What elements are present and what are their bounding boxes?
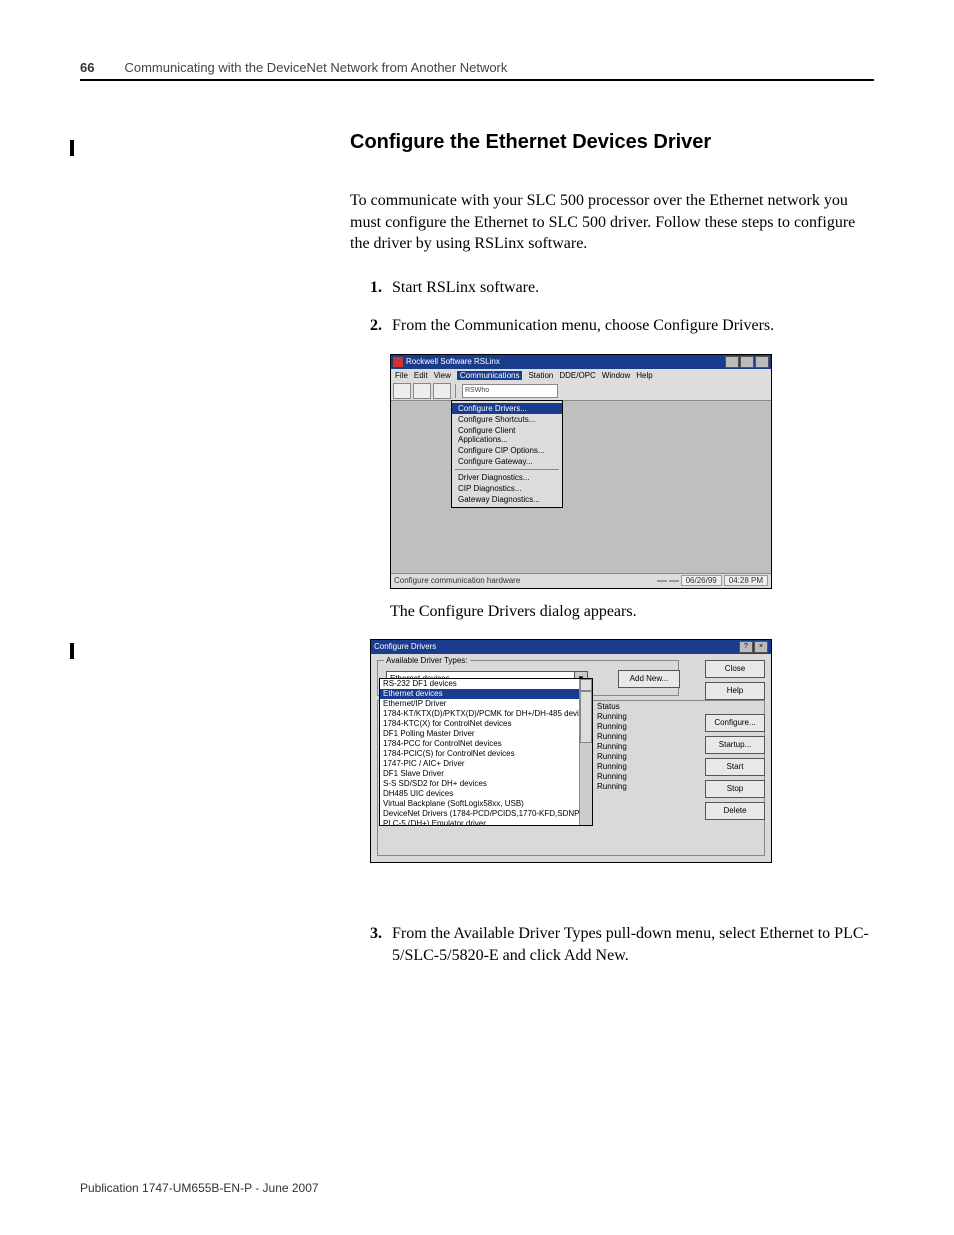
status-value: Running <box>597 782 627 792</box>
menu-file[interactable]: File <box>395 371 408 380</box>
stop-button[interactable]: Stop <box>705 780 765 798</box>
page-header: 66 Communicating with the DeviceNet Netw… <box>80 60 874 81</box>
step-text: Start RSLinx software. <box>392 277 539 299</box>
driver-type-dropdown-list[interactable]: RS-232 DF1 devices Ethernet devices Ethe… <box>379 678 593 826</box>
toolbar-button[interactable] <box>393 383 411 399</box>
status-value: Running <box>597 742 627 752</box>
window-titlebar: Rockwell Software RSLinx <box>391 355 771 369</box>
combo-option[interactable]: DF1 Polling Master Driver <box>380 729 592 739</box>
step-3: 3. From the Available Driver Types pull-… <box>370 923 874 968</box>
status-value: Running <box>597 772 627 782</box>
group-label: Available Driver Types: <box>384 656 470 665</box>
minimize-icon[interactable] <box>725 356 739 368</box>
startup-button[interactable]: Startup... <box>705 736 765 754</box>
close-button[interactable]: Close <box>705 660 765 678</box>
app-icon <box>393 357 403 367</box>
maximize-icon[interactable] <box>740 356 754 368</box>
menu-item[interactable]: Driver Diagnostics... <box>452 472 562 483</box>
chapter-title: Communicating with the DeviceNet Network… <box>124 60 507 75</box>
toolbar: RSWho <box>391 382 771 401</box>
step-number: 3. <box>370 923 392 968</box>
scroll-up-icon[interactable] <box>580 679 592 691</box>
menu-edit[interactable]: Edit <box>414 371 428 380</box>
combo-option[interactable]: PLC-5 (DH+) Emulator driver <box>380 819 592 826</box>
status-text: Configure communication hardware <box>394 576 520 585</box>
combo-option[interactable]: 1784-PCC for ControlNet devices <box>380 739 592 749</box>
toolbar-button[interactable] <box>413 383 431 399</box>
menu-communications[interactable]: Communications <box>457 371 523 380</box>
combo-option[interactable]: RS-232 DF1 devices <box>380 679 592 689</box>
step-2: 2. From the Communication menu, choose C… <box>370 315 874 337</box>
section-heading: Configure the Ethernet Devices Driver <box>350 131 874 154</box>
configure-drivers-dialog-screenshot: Configure Drivers ? × Available Driver T… <box>370 639 772 863</box>
scrollbar[interactable] <box>579 679 592 825</box>
add-new-button[interactable]: Add New... <box>618 670 680 688</box>
menu-station[interactable]: Station <box>528 371 553 380</box>
menu-item[interactable]: Configure Client Applications... <box>452 425 562 445</box>
close-icon[interactable]: × <box>754 641 768 653</box>
delete-button[interactable]: Delete <box>705 802 765 820</box>
combo-option[interactable]: Ethernet/IP Driver <box>380 699 592 709</box>
status-cell <box>657 580 667 582</box>
changebar-icon <box>70 140 74 156</box>
step-text: From the Available Driver Types pull-dow… <box>392 923 874 968</box>
combo-option[interactable]: DeviceNet Drivers (1784-PCD/PCIDS,1770-K… <box>380 809 592 819</box>
intro-paragraph: To communicate with your SLC 500 process… <box>350 190 874 255</box>
help-icon[interactable]: ? <box>739 641 753 653</box>
status-time: 04:28 PM <box>724 575 768 586</box>
scroll-thumb[interactable] <box>580 691 592 743</box>
menu-item[interactable]: Configure CIP Options... <box>452 445 562 456</box>
toolbar-button[interactable] <box>433 383 451 399</box>
rslinx-window-screenshot: Rockwell Software RSLinx File Edit View … <box>390 354 772 589</box>
combo-option[interactable]: Virtual Backplane (SoftLogix58xx, USB) <box>380 799 592 809</box>
status-bar: Configure communication hardware 06/26/9… <box>391 573 771 588</box>
menu-item-configure-drivers[interactable]: Configure Drivers... <box>452 403 562 414</box>
status-value: Running <box>597 722 627 732</box>
changebar-icon <box>70 643 74 659</box>
combo-option[interactable]: Ethernet devices <box>380 689 592 699</box>
combo-option[interactable]: 1747-PIC / AIC+ Driver <box>380 759 592 769</box>
close-icon[interactable] <box>755 356 769 368</box>
status-column-header: Status <box>597 702 620 711</box>
toolbar-field[interactable]: RSWho <box>462 384 558 398</box>
menu-item[interactable]: Configure Shortcuts... <box>452 414 562 425</box>
combo-option[interactable]: S-S SD/SD2 for DH+ devices <box>380 779 592 789</box>
combo-option[interactable]: 1784-PCIC(S) for ControlNet devices <box>380 749 592 759</box>
communications-dropdown[interactable]: Configure Drivers... Configure Shortcuts… <box>451 400 563 508</box>
menu-item[interactable]: Configure Gateway... <box>452 456 562 467</box>
menu-help[interactable]: Help <box>636 371 652 380</box>
menu-item[interactable]: CIP Diagnostics... <box>452 483 562 494</box>
caption-text: The Configure Drivers dialog appears. <box>390 603 874 621</box>
menu-view[interactable]: View <box>434 371 451 380</box>
separator-icon <box>455 384 456 398</box>
combo-option[interactable]: DF1 Slave Driver <box>380 769 592 779</box>
status-cell <box>669 580 679 582</box>
dialog-titlebar: Configure Drivers ? × <box>371 640 771 654</box>
dialog-title: Configure Drivers <box>374 642 436 651</box>
menu-bar[interactable]: File Edit View Communications Station DD… <box>391 369 771 382</box>
page-number: 66 <box>80 60 94 75</box>
step-number: 2. <box>370 315 392 337</box>
status-value: Running <box>597 732 627 742</box>
combo-option[interactable]: 1784-KTC(X) for ControlNet devices <box>380 719 592 729</box>
status-value: Running <box>597 712 627 722</box>
status-column: Running Running Running Running Running … <box>597 712 627 792</box>
combo-option[interactable]: 1784-KT/KTX(D)/PKTX(D)/PCMK for DH+/DH-4… <box>380 709 592 719</box>
status-value: Running <box>597 762 627 772</box>
configure-button[interactable]: Configure... <box>705 714 765 732</box>
status-date: 06/26/99 <box>681 575 722 586</box>
menu-ddeopc[interactable]: DDE/OPC <box>559 371 595 380</box>
help-button[interactable]: Help <box>705 682 765 700</box>
step-number: 1. <box>370 277 392 299</box>
menu-window[interactable]: Window <box>602 371 630 380</box>
window-title: Rockwell Software RSLinx <box>406 357 500 366</box>
menu-item[interactable]: Gateway Diagnostics... <box>452 494 562 505</box>
publication-footer: Publication 1747-UM655B-EN-P - June 2007 <box>80 1181 319 1195</box>
step-text: From the Communication menu, choose Conf… <box>392 315 774 337</box>
start-button[interactable]: Start <box>705 758 765 776</box>
combo-option[interactable]: DH485 UIC devices <box>380 789 592 799</box>
status-value: Running <box>597 752 627 762</box>
step-1: 1. Start RSLinx software. <box>370 277 874 299</box>
menu-separator <box>455 469 559 470</box>
